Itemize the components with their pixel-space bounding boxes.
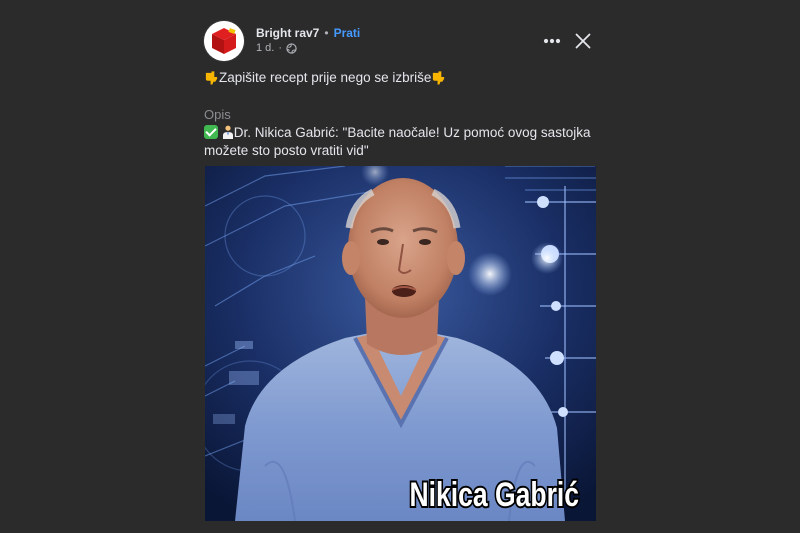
post-meta: 1 d. · (256, 42, 297, 54)
pointing-down-emoji-icon (205, 71, 218, 85)
separator-dot: • (324, 26, 329, 40)
avatar-logo-icon (204, 21, 244, 61)
author-name[interactable]: Bright rav7 (256, 26, 319, 40)
video-frame: Nikica Gabrić (205, 166, 596, 521)
more-options-button[interactable] (541, 31, 563, 51)
post-caption: Zapišite recept prije nego se izbriše (204, 70, 604, 85)
description-label: Opis (204, 107, 231, 122)
post-time[interactable]: 1 d. (256, 42, 274, 54)
description: Dr. Nikica Gabrić: "Bacite naočale! Uz p… (204, 124, 604, 160)
description-text: Dr. Nikica Gabrić: "Bacite naočale! Uz p… (204, 125, 591, 158)
follow-button[interactable]: Prati (334, 26, 361, 40)
close-icon (575, 33, 591, 49)
more-horizontal-icon (543, 38, 561, 44)
close-button[interactable] (573, 31, 593, 51)
pointing-down-emoji-icon (433, 71, 445, 85)
post-card: Bright rav7 • Prati 1 d. · Zapišite rece… (0, 0, 800, 533)
globe-icon (286, 42, 297, 54)
caption-text: Zapišite recept prije nego se izbriše (219, 70, 432, 85)
check-mark-icon (204, 125, 218, 139)
video-overlay-name: Nikica Gabrić (410, 476, 580, 514)
page-avatar[interactable] (204, 21, 244, 61)
author-line: Bright rav7 • Prati (256, 26, 360, 40)
meta-separator: · (278, 42, 283, 54)
post-video[interactable]: Nikica Gabrić (205, 166, 596, 521)
doctor-emoji-icon (222, 125, 233, 139)
